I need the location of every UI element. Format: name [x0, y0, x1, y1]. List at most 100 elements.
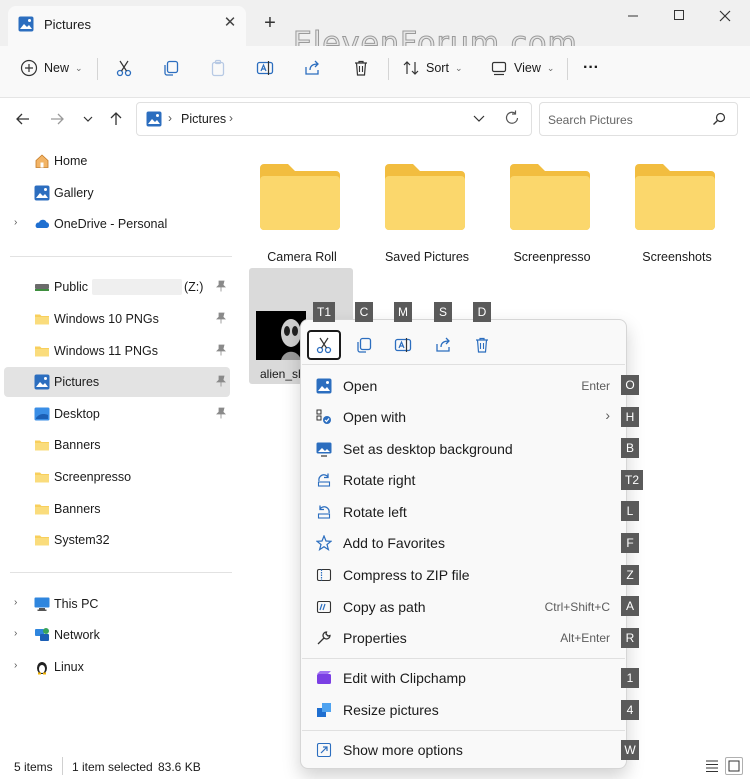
- breadcrumb-chevron-icon[interactable]: ›: [229, 111, 233, 125]
- menu-item-show-more-options[interactable]: Show more options: [306, 735, 618, 765]
- forward-icon[interactable]: [46, 108, 68, 130]
- pin-icon[interactable]: [215, 407, 227, 419]
- menu-shortcut: Alt+Enter: [560, 631, 610, 645]
- recent-locations-icon[interactable]: [77, 108, 99, 130]
- close-tab-icon[interactable]: ✕: [221, 14, 239, 32]
- menu-cut-button[interactable]: [307, 330, 341, 360]
- nav-item-public[interactable]: Public (Z:): [4, 272, 230, 302]
- nav-item-system32[interactable]: System32: [4, 525, 230, 555]
- folder-icon: [34, 311, 50, 327]
- new-tab-icon[interactable]: +: [259, 12, 281, 34]
- nav-item-network[interactable]: › Network: [4, 620, 230, 650]
- folder-camera-roll[interactable]: Camera Roll: [254, 160, 350, 264]
- selection-size: 83.6 KB: [158, 760, 201, 774]
- nav-item-linux[interactable]: › Linux: [4, 652, 230, 682]
- paste-button[interactable]: [209, 54, 227, 82]
- scissors-icon: [116, 60, 132, 77]
- large-folder-icon: [385, 164, 465, 230]
- nav-item-banners[interactable]: Banners: [4, 430, 230, 460]
- menu-item-label: Rotate right: [343, 472, 416, 488]
- nav-item-windows11-pngs[interactable]: Windows 11 PNGs: [4, 336, 230, 366]
- details-view-icon[interactable]: [705, 759, 719, 773]
- menu-item-label: Show more options: [343, 742, 463, 758]
- nav-item-screenpresso[interactable]: Screenpresso: [4, 462, 230, 492]
- folder-saved-pictures[interactable]: Saved Pictures: [379, 160, 475, 264]
- nav-item-this-pc[interactable]: › This PC: [4, 589, 230, 619]
- folder-screenpresso[interactable]: Screenpresso: [504, 160, 600, 264]
- nav-item-home[interactable]: Home: [4, 146, 230, 176]
- menu-delete-button[interactable]: [465, 330, 499, 360]
- menu-item-resize-pictures[interactable]: Resize pictures: [306, 695, 618, 725]
- search-icon[interactable]: [711, 111, 727, 127]
- nav-item-banners-2[interactable]: Banners: [4, 494, 230, 524]
- sort-button[interactable]: Sort ⌄: [402, 54, 462, 82]
- menu-item-set-desktop-background[interactable]: Set as desktop background: [306, 434, 618, 464]
- cut-button[interactable]: [115, 54, 133, 82]
- keytip-delete: D: [473, 302, 491, 322]
- nav-item-desktop[interactable]: Desktop: [4, 399, 230, 429]
- menu-item-edit-with-clipchamp[interactable]: Edit with Clipchamp: [306, 663, 618, 693]
- keytip-rotate-right: T2: [621, 470, 643, 490]
- menu-item-copy-as-path[interactable]: Copy as path Ctrl+Shift+C: [306, 592, 618, 622]
- menu-shortcut: Enter: [581, 379, 610, 393]
- breadcrumb-chevron-icon: ›: [168, 111, 172, 125]
- menu-item-open-with[interactable]: Open with ›: [306, 402, 618, 432]
- pin-icon[interactable]: [215, 312, 227, 324]
- maximize-icon[interactable]: [664, 6, 694, 26]
- pin-icon[interactable]: [215, 344, 227, 356]
- view-label: View: [514, 61, 541, 75]
- expand-chevron-icon[interactable]: ›: [14, 660, 17, 671]
- nav-item-label: OneDrive - Personal: [54, 217, 168, 231]
- close-window-icon[interactable]: [710, 6, 740, 26]
- rename-button[interactable]: [256, 54, 274, 82]
- nav-item-pictures[interactable]: Pictures: [4, 367, 230, 397]
- large-folder-icon: [635, 164, 715, 230]
- menu-item-label: Open with: [343, 409, 407, 425]
- search-placeholder: Search Pictures: [548, 113, 633, 127]
- desktop-icon: [34, 406, 50, 422]
- refresh-icon[interactable]: [503, 109, 521, 127]
- menu-item-open[interactable]: Open Enter: [306, 371, 618, 401]
- menu-rename-button[interactable]: [386, 330, 420, 360]
- new-button[interactable]: New ⌄: [20, 54, 83, 82]
- menu-item-rotate-left[interactable]: Rotate left: [306, 497, 618, 527]
- toolbar-divider: [97, 58, 98, 80]
- expand-chevron-icon[interactable]: ›: [14, 628, 17, 639]
- pin-icon[interactable]: [215, 375, 227, 387]
- nav-item-gallery[interactable]: Gallery: [4, 178, 230, 208]
- back-icon[interactable]: [12, 108, 34, 130]
- copy-icon: [164, 60, 179, 76]
- folder-screenshots[interactable]: Screenshots: [629, 160, 725, 264]
- nav-item-windows10-pngs[interactable]: Windows 10 PNGs: [4, 304, 230, 334]
- nav-item-onedrive[interactable]: › OneDrive - Personal: [4, 209, 230, 239]
- copy-path-icon: [316, 599, 332, 615]
- copy-button[interactable]: [162, 54, 180, 82]
- menu-item-compress-zip[interactable]: Compress to ZIP file: [306, 560, 618, 590]
- menu-item-add-to-favorites[interactable]: Add to Favorites: [306, 528, 618, 558]
- nav-item-label: Windows 10 PNGs: [54, 312, 159, 326]
- large-icons-view-icon[interactable]: [725, 757, 743, 775]
- rotate-right-icon: [316, 472, 332, 488]
- menu-item-rotate-right[interactable]: Rotate right: [306, 465, 618, 495]
- pin-icon[interactable]: [215, 280, 227, 292]
- expand-chevron-icon[interactable]: ›: [14, 217, 17, 228]
- folder-label: Screenshots: [642, 250, 712, 264]
- share-button[interactable]: [303, 54, 321, 82]
- up-icon[interactable]: [105, 108, 127, 130]
- menu-item-properties[interactable]: Properties Alt+Enter: [306, 623, 618, 653]
- expand-chevron-icon[interactable]: ›: [14, 597, 17, 608]
- copy-icon: [357, 337, 372, 353]
- menu-copy-button[interactable]: [347, 330, 381, 360]
- view-button[interactable]: View ⌄: [490, 54, 554, 82]
- breadcrumb-pictures[interactable]: Pictures: [181, 112, 226, 126]
- address-dropdown-icon[interactable]: [470, 109, 488, 127]
- keytip-show-more: W: [621, 740, 639, 760]
- keytip-share: S: [434, 302, 452, 322]
- minimize-icon[interactable]: [618, 6, 648, 26]
- nav-item-label: Gallery: [54, 186, 94, 200]
- more-options-button[interactable]: ···: [583, 54, 599, 82]
- folder-icon: [34, 501, 50, 517]
- delete-button[interactable]: [352, 54, 370, 82]
- menu-share-button[interactable]: [426, 330, 460, 360]
- desktop-background-icon: [316, 441, 332, 457]
